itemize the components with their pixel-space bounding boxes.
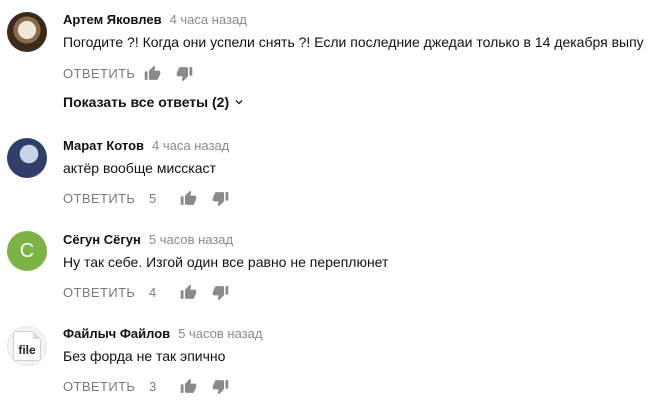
thumb-up-icon[interactable] [143,64,161,82]
reply-button[interactable]: ОТВЕТИТЬ [63,66,143,81]
author-name[interactable]: Артем Яковлев [63,12,162,27]
show-replies-label: Показать все ответы (2) [63,94,230,110]
author-name[interactable]: Сёгун Сёгун [63,232,141,247]
comment-time[interactable]: 5 часов назад [178,326,262,341]
reply-button[interactable]: ОТВЕТИТЬ [63,379,143,394]
author-avatar[interactable] [7,12,47,52]
chevron-down-icon [235,100,243,105]
file-icon: file [13,331,41,361]
like-count: 5 [149,190,157,206]
reply-button[interactable]: ОТВЕТИТЬ [63,191,143,206]
thumb-up-icon[interactable] [179,377,197,395]
reply-button[interactable]: ОТВЕТИТЬ [63,285,143,300]
comment-author[interactable]: Артем Яковлев 4 часа назад [63,12,247,27]
author-avatar[interactable]: С [7,231,47,271]
avatar-file-text: file [18,343,36,357]
comment-time[interactable]: 5 часов назад [149,232,233,247]
comment-text: Ну так себе. Изгой один все равно не пер… [63,254,389,270]
comment-actions: ОТВЕТИТЬ [63,63,207,83]
comment-actions: ОТВЕТИТЬ 5 [63,188,243,208]
thumb-down-icon[interactable] [211,189,229,207]
thumb-down-icon[interactable] [175,64,193,82]
thumb-down-icon[interactable] [211,377,229,395]
author-avatar[interactable] [7,138,47,178]
like-count: 3 [149,378,157,394]
author-avatar[interactable]: file [7,326,47,366]
thumb-up-icon[interactable] [179,283,197,301]
comment-actions: ОТВЕТИТЬ 3 [63,376,243,396]
avatar-letter: С [19,239,35,262]
comment-author[interactable]: Сёгун Сёгун 5 часов назад [63,232,233,247]
comment-time[interactable]: 4 часа назад [152,138,229,153]
thumb-up-icon[interactable] [179,189,197,207]
like-count: 4 [149,284,157,300]
author-name[interactable]: Файлыч Файлов [63,326,170,341]
thumb-down-icon[interactable] [211,283,229,301]
author-name[interactable]: Марат Котов [63,138,144,153]
comment-time[interactable]: 4 часа назад [170,12,247,27]
comment-author[interactable]: Марат Котов 4 часа назад [63,138,229,153]
comment-author[interactable]: Файлыч Файлов 5 часов назад [63,326,262,341]
comment-text: актёр вообще мисскаст [63,160,216,176]
comment-actions: ОТВЕТИТЬ 4 [63,282,243,302]
show-replies-button[interactable]: Показать все ответы (2) [63,94,246,110]
comment-text: Без форда не так эпично [63,348,226,364]
comment-text: Погодите ?! Когда они успели снять ?! Ес… [63,34,644,50]
